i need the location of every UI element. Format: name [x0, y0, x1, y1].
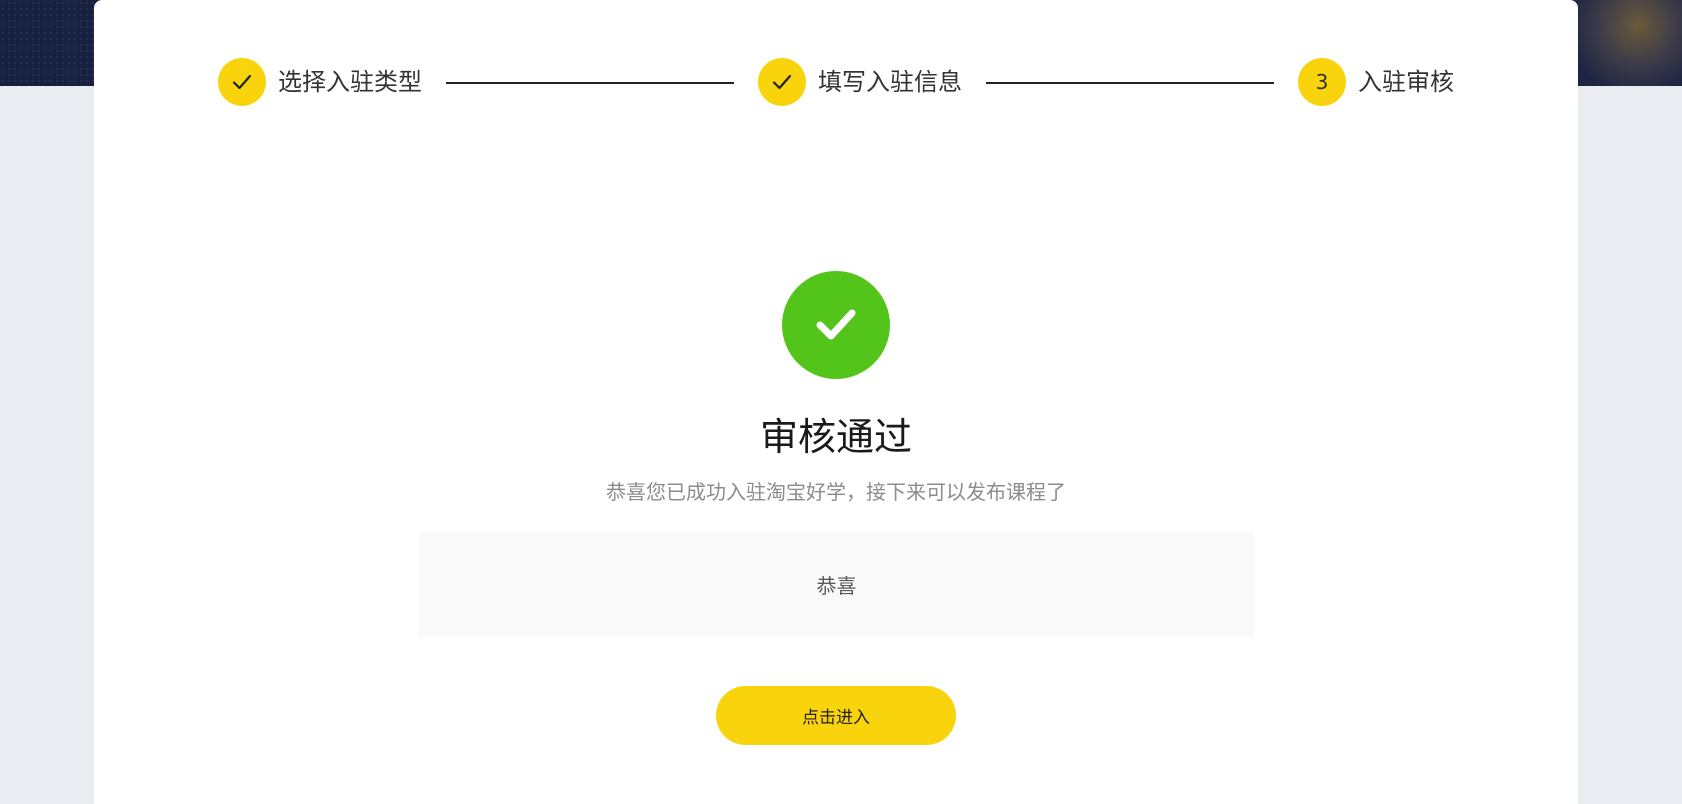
step-connector-2	[986, 82, 1274, 84]
enter-button[interactable]: 点击进入	[716, 686, 956, 745]
step-2-label: 填写入驻信息	[818, 68, 962, 96]
notice-box: 恭喜	[419, 532, 1254, 637]
banner-decoration	[1572, 0, 1682, 86]
result-subtitle: 恭喜您已成功入驻淘宝好学，接下来可以发布课程了	[606, 480, 1066, 504]
success-check-icon	[782, 271, 890, 379]
stepper: 选择入驻类型 填写入驻信息 3 入驻审核	[94, 0, 1578, 170]
step-1-label: 选择入驻类型	[278, 68, 422, 96]
step-3-label: 入驻审核	[1358, 68, 1454, 96]
step-connector-1	[446, 82, 734, 84]
result-title: 审核通过	[759, 415, 912, 459]
main-card: 选择入驻类型 填写入驻信息 3 入驻审核 审核通过 恭喜您已成功入驻淘宝好学，接…	[94, 0, 1578, 804]
step-3-number-badge: 3	[1298, 58, 1346, 106]
notice-text: 恭喜	[816, 574, 857, 598]
page: 选择入驻类型 填写入驻信息 3 入驻审核 审核通过 恭喜您已成功入驻淘宝好学，接…	[0, 0, 1682, 804]
step-1-check-icon	[218, 58, 266, 106]
step-3-number: 3	[1315, 70, 1329, 94]
step-2-check-icon	[758, 58, 806, 106]
